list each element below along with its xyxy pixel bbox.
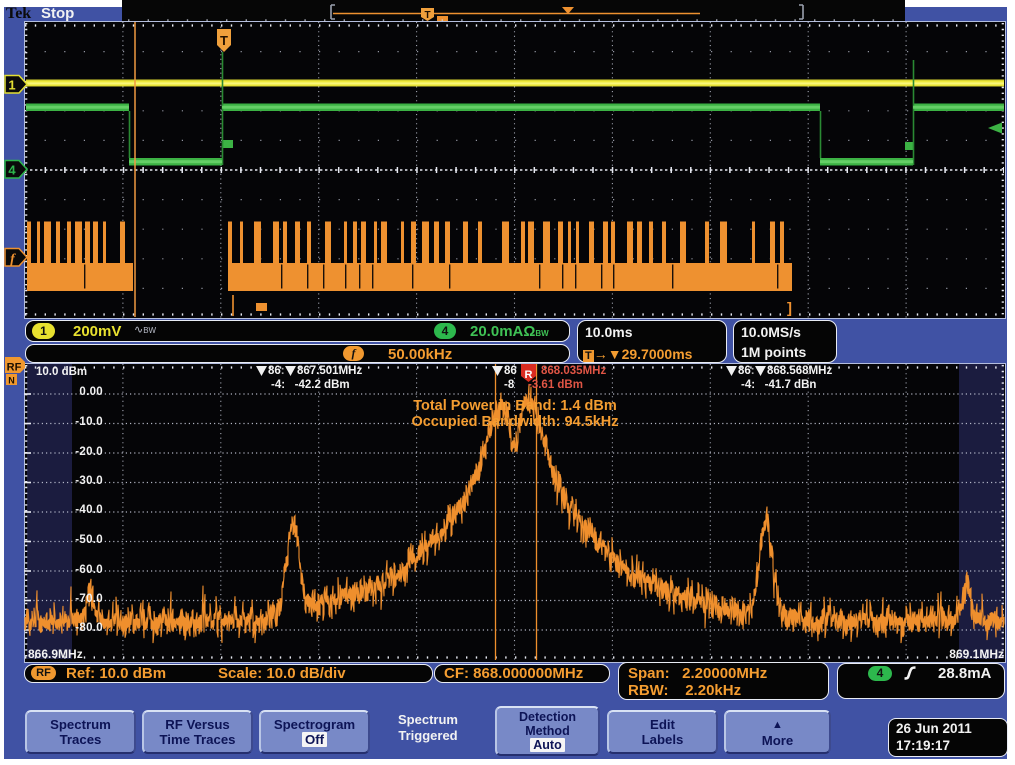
svg-text:T: T bbox=[424, 10, 430, 21]
svg-text:]: ] bbox=[787, 300, 792, 317]
svg-text:T: T bbox=[220, 33, 228, 48]
svg-text:1: 1 bbox=[8, 78, 15, 93]
svg-text:RF: RF bbox=[7, 362, 22, 374]
svg-text:N: N bbox=[8, 376, 15, 386]
svg-text:4: 4 bbox=[8, 163, 16, 178]
